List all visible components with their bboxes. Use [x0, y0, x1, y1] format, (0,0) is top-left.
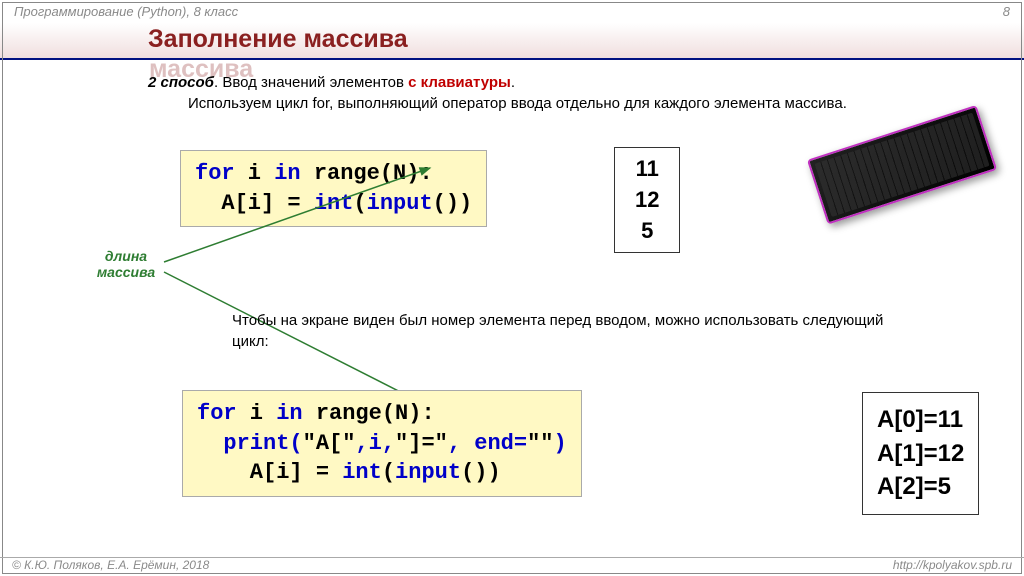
output-box-2: A[0]=11 A[1]=12 A[2]=5 — [862, 392, 979, 515]
red-kw: с клавиатуры — [408, 74, 511, 91]
output-box-1: 11 12 5 — [614, 147, 680, 253]
desc-2: Чтобы на экране виден был номер элемента… — [232, 310, 892, 352]
code-block-1: for i in range(N): A[i] = int(input()) — [180, 150, 487, 227]
intro-desc: Используем цикл for, выполняющий операто… — [148, 93, 984, 114]
label-array-length: длина массива — [86, 248, 166, 280]
content-area: 2 способ. Ввод значений элементов с клав… — [0, 60, 1024, 114]
intro-line: 2 способ. Ввод значений элементов с клав… — [148, 72, 984, 93]
slide-footer: © К.Ю. Поляков, Е.А. Ерёмин, 2018 http:/… — [0, 557, 1024, 572]
code-block-2: for i in range(N): print("A[",i,"]=", en… — [182, 390, 582, 497]
copyright: © К.Ю. Поляков, Е.А. Ерёмин, 2018 — [12, 558, 209, 572]
url-label: http://kpolyakov.spb.ru — [893, 558, 1012, 572]
method-label: 2 способ — [148, 74, 214, 91]
